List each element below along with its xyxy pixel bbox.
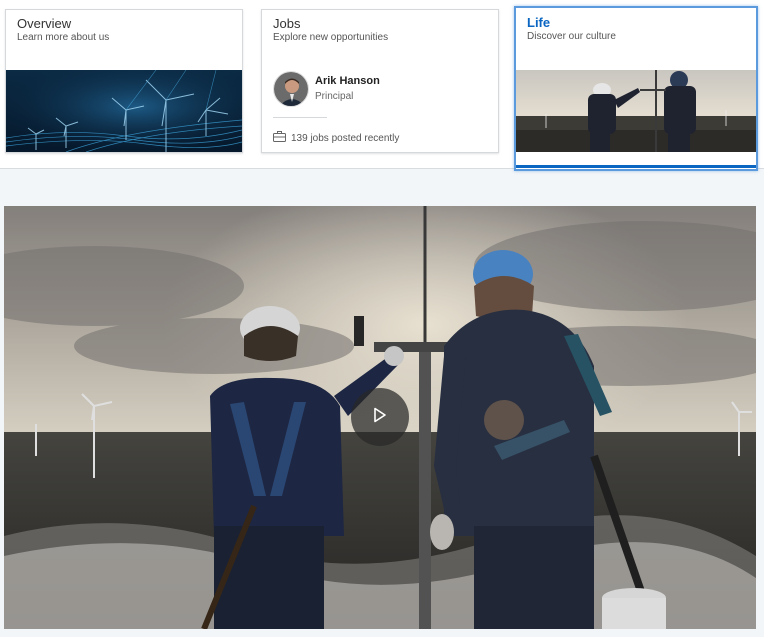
tab-jobs-subtitle: Explore new opportunities	[273, 32, 389, 43]
tab-jobs-title: Jobs	[273, 16, 301, 31]
page-tabs-strip: Overview Learn more about us Jobs Explor…	[0, 0, 764, 171]
tab-overview[interactable]: Overview Learn more about us	[5, 9, 243, 153]
tab-jobs[interactable]: Jobs Explore new opportunities Arik Hans…	[261, 9, 499, 153]
tab-overview-title: Overview	[17, 16, 72, 31]
briefcase-icon	[273, 131, 286, 145]
jobs-count-text: 139 jobs posted recently	[291, 132, 400, 144]
divider	[273, 117, 327, 118]
life-thumbnail	[516, 70, 756, 152]
person-name[interactable]: Arik Hanson	[315, 75, 380, 87]
tab-overview-subtitle: Learn more about us	[17, 32, 110, 43]
tab-life[interactable]: Life Discover our culture	[514, 6, 758, 171]
culture-video[interactable]	[4, 206, 756, 629]
jobs-count-line[interactable]: 139 jobs posted recently	[273, 131, 399, 145]
overview-thumbnail	[6, 70, 242, 152]
avatar[interactable]	[273, 71, 309, 107]
tab-life-subtitle: Discover our culture	[527, 31, 616, 42]
person-title: Principal	[315, 91, 354, 102]
selected-tab-indicator	[516, 165, 756, 168]
tab-life-title: Life	[527, 15, 551, 30]
play-icon	[373, 407, 387, 428]
play-button[interactable]	[351, 388, 409, 446]
